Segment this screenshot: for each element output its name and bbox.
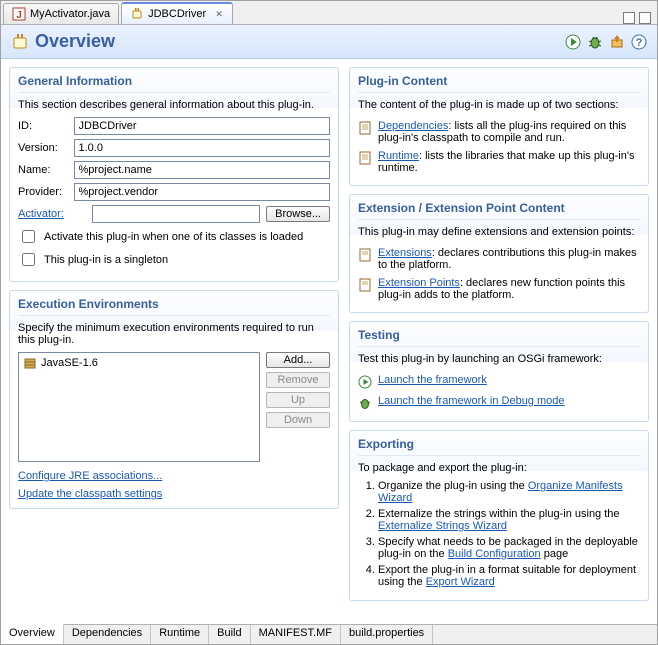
version-field[interactable] [74,139,331,157]
help-icon[interactable]: ? [631,34,647,50]
section-title: Extension / Extension Point Content [358,201,640,220]
tab-build-properties[interactable]: build.properties [341,625,433,644]
minimize-icon[interactable] [623,12,635,24]
editor-tab-jdbcdriver[interactable]: JDBCDriver ✕ [121,2,233,24]
editor-tab-label: JDBCDriver [148,8,206,20]
page-icon [358,278,372,292]
activate-checkbox[interactable] [22,230,35,243]
section-title: Testing [358,328,640,347]
list-item: Specify what needs to be packaged in the… [378,536,640,560]
activator-link[interactable]: Activator: [18,208,64,220]
svg-text:J: J [16,10,22,21]
dependencies-link[interactable]: Dependencies [378,120,448,132]
provider-label: Provider: [18,186,74,198]
export-steps: Organize the plug-in using the Organize … [378,480,640,588]
maximize-icon[interactable] [639,12,651,24]
tab-runtime[interactable]: Runtime [151,625,209,644]
section-desc: Specify the minimum execution environmen… [18,322,330,346]
section-desc: This plug-in may define extensions and e… [358,226,640,238]
item-text: Extensions: declares contributions this … [378,247,640,271]
form-header: Overview ? [1,25,657,59]
plugin-content-section: Plug-in Content The content of the plug-… [349,67,649,186]
content-area: General Information This section describ… [1,59,657,624]
list-item: Externalize the strings within the plug-… [378,508,640,532]
svg-text:?: ? [636,37,643,49]
up-button[interactable]: Up [266,392,330,408]
debug-icon [358,396,372,410]
item-text: Runtime: lists the libraries that make u… [378,150,640,174]
section-title: Plug-in Content [358,74,640,93]
extensions-link[interactable]: Extensions [378,247,432,259]
page-icon [358,151,372,165]
tab-build[interactable]: Build [209,625,250,644]
runtime-link[interactable]: Runtime [378,150,419,162]
editor-tabs: J MyActivator.java JDBCDriver ✕ [1,1,657,25]
section-desc: The content of the plug-in is made up of… [358,99,640,111]
section-title: General Information [18,74,330,93]
extension-content-section: Extension / Extension Point Content This… [349,194,649,313]
editor-tab-label: MyActivator.java [30,8,110,20]
launch-debug-link[interactable]: Launch the framework in Debug mode [378,395,565,407]
page-title: Overview [35,31,115,52]
exec-env-section: Execution Environments Specify the minim… [9,290,339,509]
run-icon[interactable] [565,34,581,50]
item-text: Extension Points: declares new function … [378,277,640,301]
java-file-icon: J [12,7,26,21]
configure-jre-link[interactable]: Configure JRE associations... [18,470,162,482]
build-configuration-link[interactable]: Build Configuration [448,548,541,560]
tab-dependencies[interactable]: Dependencies [64,625,151,644]
remove-button[interactable]: Remove [266,372,330,388]
testing-section: Testing Test this plug-in by launching a… [349,321,649,422]
externalize-strings-link[interactable]: Externalize Strings Wizard [378,520,507,532]
close-icon[interactable]: ✕ [214,9,224,19]
jre-library-icon [23,356,37,370]
launch-link[interactable]: Launch the framework [378,374,487,386]
page-icon [358,121,372,135]
exporting-section: Exporting To package and export the plug… [349,430,649,601]
section-title: Execution Environments [18,297,330,316]
page-icon [358,248,372,262]
section-desc: To package and export the plug-in: [358,462,640,474]
list-item: Organize the plug-in using the Organize … [378,480,640,504]
activator-field[interactable] [92,205,260,223]
exec-env-list[interactable]: JavaSE-1.6 [18,352,260,462]
add-button[interactable]: Add... [266,352,330,368]
plugin-icon [130,7,144,21]
export-wizard-link[interactable]: Export Wizard [426,576,495,588]
id-label: ID: [18,120,74,132]
debug-icon[interactable] [587,34,603,50]
editor-tab-myactivator[interactable]: J MyActivator.java [3,3,119,24]
extension-points-link[interactable]: Extension Points [378,277,460,289]
activate-label: Activate this plug-in when one of its cl… [44,231,303,243]
name-field[interactable] [74,161,331,179]
section-desc: Test this plug-in by launching an OSGi f… [358,353,640,365]
list-item-label: JavaSE-1.6 [41,357,98,369]
export-icon[interactable] [609,34,625,50]
item-text: Dependencies: lists all the plug-ins req… [378,120,640,144]
page-tabs: Overview Dependencies Runtime Build MANI… [1,624,657,644]
browse-button[interactable]: Browse... [266,206,330,222]
singleton-checkbox[interactable] [22,253,35,266]
tab-manifest[interactable]: MANIFEST.MF [251,625,341,644]
header-toolbar: ? [565,34,647,50]
update-classpath-link[interactable]: Update the classpath settings [18,488,162,500]
version-label: Version: [18,142,74,154]
name-label: Name: [18,164,74,176]
list-item: Export the plug-in in a format suitable … [378,564,640,588]
id-field[interactable] [74,117,331,135]
plugin-icon [11,33,29,51]
provider-field[interactable] [74,183,331,201]
down-button[interactable]: Down [266,412,330,428]
titlebar-controls [623,12,657,24]
section-desc: This section describes general informati… [18,99,330,111]
section-title: Exporting [358,437,640,456]
run-icon [358,375,372,389]
singleton-label: This plug-in is a singleton [44,254,168,266]
tab-overview[interactable]: Overview [1,624,64,644]
general-info-section: General Information This section describ… [9,67,339,282]
list-item[interactable]: JavaSE-1.6 [21,355,257,371]
